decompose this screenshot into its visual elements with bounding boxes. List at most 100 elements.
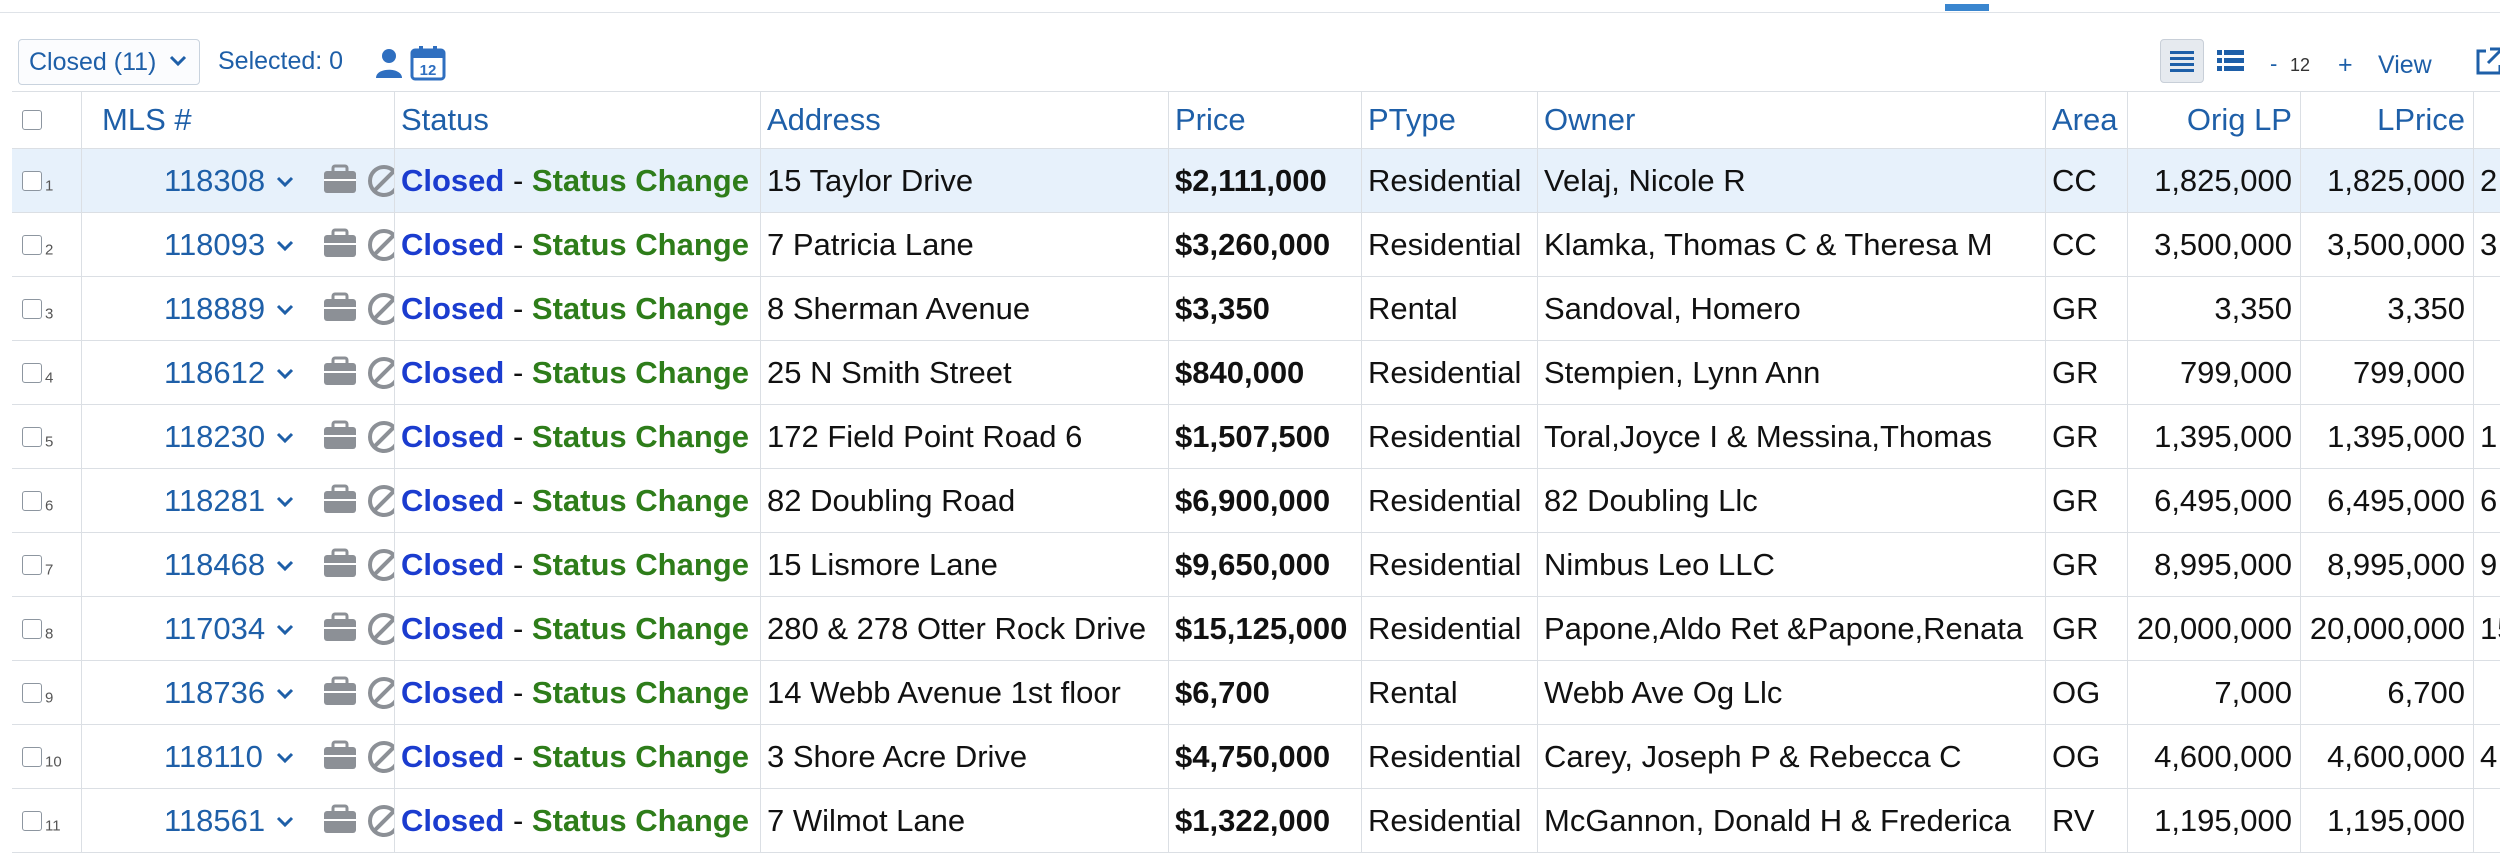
table-row[interactable]: 9 118736 Closed - Status Change 14 Webb Ave…: [12, 661, 2500, 725]
price-cell-value: $3,260,000: [1175, 226, 1331, 262]
row-checkbox[interactable]: [22, 234, 42, 255]
status-closed-link[interactable]: Closed: [401, 483, 504, 518]
chevron-down-icon[interactable]: [274, 746, 296, 768]
mls-link[interactable]: 118736: [164, 675, 265, 711]
area-cell-value: GR: [2052, 482, 2099, 518]
header-area[interactable]: Area: [2046, 92, 2128, 148]
view-menu[interactable]: View: [2378, 51, 2432, 80]
chevron-down-icon[interactable]: [274, 490, 296, 512]
table-row[interactable]: 1 118308 Closed - Status Change 15 Taylor D…: [12, 149, 2500, 213]
mls-link[interactable]: 118612: [164, 355, 265, 391]
status-change-link[interactable]: Status Change: [532, 547, 749, 582]
chevron-down-icon[interactable]: [274, 234, 296, 256]
status-change-link[interactable]: Status Change: [532, 163, 749, 198]
row-checkbox[interactable]: [22, 298, 42, 319]
status-change-link[interactable]: Status Change: [532, 227, 749, 262]
row-checkbox[interactable]: [22, 362, 42, 383]
table-row[interactable]: 3 118889 Closed - Status Change 8 Sherman A…: [12, 277, 2500, 341]
owner-cell-value: Toral,Joyce I & Messina,Thomas: [1544, 418, 1992, 454]
mls-link[interactable]: 118468: [164, 547, 265, 583]
status-change-link[interactable]: Status Change: [532, 675, 749, 710]
table-row[interactable]: 8 117034 Closed - Status Change 280 & 278 O…: [12, 597, 2500, 661]
table-row[interactable]: 11 118561 Closed - Status Change 7 Wilmot L…: [12, 789, 2500, 853]
status-change-link[interactable]: Status Change: [532, 483, 749, 518]
table-row[interactable]: 5 118230 Closed - Status Change 172 Field P…: [12, 405, 2500, 469]
status-closed-link[interactable]: Closed: [401, 739, 504, 774]
page-size-decrease[interactable]: -: [2270, 51, 2277, 77]
status-closed-link[interactable]: Closed: [401, 227, 504, 262]
chevron-down-icon[interactable]: [274, 554, 296, 576]
area-cell: GR: [2046, 277, 2128, 340]
calendar-icon[interactable]: 12: [410, 45, 446, 81]
chevron-down-icon[interactable]: [274, 298, 296, 320]
table-row[interactable]: 7 118468 Closed - Status Change 15 Lismore …: [12, 533, 2500, 597]
status-closed-link[interactable]: Closed: [401, 355, 504, 390]
mls-link[interactable]: 118561: [164, 803, 265, 839]
mls-link[interactable]: 118230: [164, 419, 265, 455]
mls-link[interactable]: 118308: [164, 163, 265, 199]
status-separator: -: [504, 802, 532, 838]
status-closed-link[interactable]: Closed: [401, 611, 504, 646]
chevron-down-icon[interactable]: [274, 426, 296, 448]
row-checkbox[interactable]: [22, 170, 42, 191]
owner-cell: Toral,Joyce I & Messina,Thomas: [1538, 405, 2046, 468]
external-link-icon[interactable]: [2472, 45, 2500, 79]
owner-cell-value: Sandoval, Homero: [1544, 290, 1801, 326]
row-checkbox[interactable]: [22, 746, 42, 767]
grid-header: MLS # Status Address Price PType Owner A…: [12, 91, 2500, 149]
status-closed-link[interactable]: Closed: [401, 803, 504, 838]
mls-link[interactable]: 118281: [164, 483, 265, 519]
status-closed-link[interactable]: Closed: [401, 675, 504, 710]
header-address[interactable]: Address: [761, 92, 1169, 148]
mls-link[interactable]: 118110: [164, 739, 263, 775]
table-row[interactable]: 6 118281 Closed - Status Change 82 Doubling…: [12, 469, 2500, 533]
table-row[interactable]: 4 118612 Closed - Status Change 25 N Smith …: [12, 341, 2500, 405]
row-checkbox[interactable]: [22, 490, 42, 511]
header-lprice[interactable]: LPrice: [2301, 92, 2474, 148]
status-change-link[interactable]: Status Change: [532, 611, 749, 646]
status-closed-link[interactable]: Closed: [401, 163, 504, 198]
status-change-link[interactable]: Status Change: [532, 803, 749, 838]
detail-view-button[interactable]: [2210, 39, 2254, 83]
table-row[interactable]: 10 118110 Closed - Status Change 3 Shore Ac…: [12, 725, 2500, 789]
status-filter-dropdown[interactable]: Closed (11): [18, 39, 200, 85]
row-checkbox[interactable]: [22, 426, 42, 447]
person-icon[interactable]: [374, 47, 404, 79]
list-view-button[interactable]: [2160, 39, 2204, 83]
select-all-checkbox[interactable]: [22, 110, 42, 130]
status-change-link[interactable]: Status Change: [532, 419, 749, 454]
address-cell-value: 8 Sherman Avenue: [767, 290, 1031, 326]
status-change-link[interactable]: Status Change: [532, 291, 749, 326]
orig-lp-cell: 6,495,000: [2128, 469, 2301, 532]
status-closed-link[interactable]: Closed: [401, 291, 504, 326]
chevron-down-icon[interactable]: [274, 810, 296, 832]
chevron-down-icon[interactable]: [274, 170, 296, 192]
header-mls[interactable]: MLS #: [82, 92, 395, 148]
ptype-cell-value: Rental: [1368, 674, 1458, 710]
header-status[interactable]: Status: [395, 92, 761, 148]
status-closed-link[interactable]: Closed: [401, 547, 504, 582]
lprice-cell: 4,600,000: [2301, 725, 2474, 788]
row-checkbox[interactable]: [22, 682, 42, 703]
chevron-down-icon[interactable]: [274, 362, 296, 384]
header-price[interactable]: Price: [1169, 92, 1362, 148]
header-owner[interactable]: Owner: [1538, 92, 2046, 148]
header-orig-lp[interactable]: Orig LP: [2128, 92, 2301, 148]
row-checkbox[interactable]: [22, 618, 42, 639]
mls-link[interactable]: 118093: [164, 227, 265, 263]
table-row[interactable]: 2 118093 Closed - Status Change 7 Patricia …: [12, 213, 2500, 277]
lprice-cell-value: 1,195,000: [2327, 802, 2465, 838]
price-cell-value: $15,125,000: [1175, 610, 1348, 646]
chevron-down-icon[interactable]: [274, 618, 296, 640]
page-size-increase[interactable]: +: [2338, 51, 2353, 80]
mls-link[interactable]: 118889: [164, 291, 265, 327]
header-ptype[interactable]: PType: [1362, 92, 1538, 148]
owner-cell: Carey, Joseph P & Rebecca C: [1538, 725, 2046, 788]
status-change-link[interactable]: Status Change: [532, 355, 749, 390]
row-checkbox[interactable]: [22, 554, 42, 575]
row-checkbox[interactable]: [22, 810, 42, 831]
mls-link[interactable]: 117034: [164, 611, 265, 647]
status-change-link[interactable]: Status Change: [532, 739, 749, 774]
chevron-down-icon[interactable]: [274, 682, 296, 704]
status-closed-link[interactable]: Closed: [401, 419, 504, 454]
